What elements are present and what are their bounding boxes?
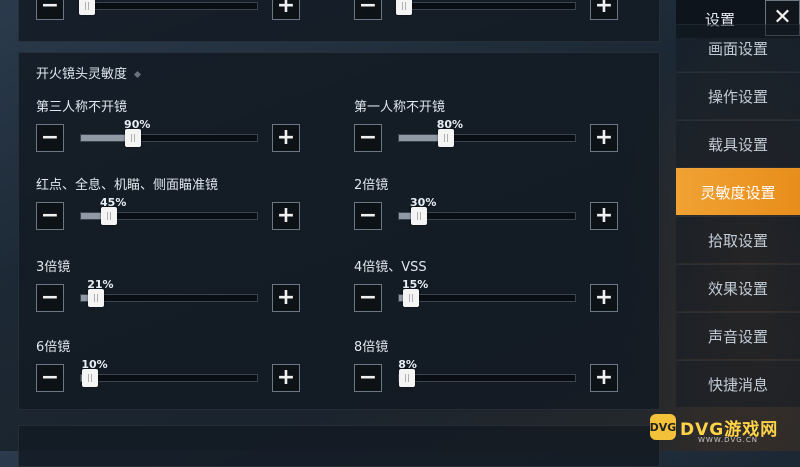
- slider-4-value: 21%: [87, 278, 114, 291]
- slider-4-label: 3倍镜: [36, 260, 71, 275]
- menu-item-1[interactable]: 操作设置: [676, 72, 800, 119]
- minus-icon: −: [358, 0, 378, 18]
- slider-top-0-increase-button[interactable]: +: [272, 0, 300, 20]
- minus-icon: −: [40, 0, 60, 18]
- slider-3-thumb[interactable]: [411, 207, 428, 225]
- slider-6-label: 6倍镜: [36, 340, 71, 355]
- slider-top-0-thumb[interactable]: [79, 0, 96, 15]
- slider-0-track[interactable]: [80, 129, 258, 147]
- slider-4-thumb[interactable]: [88, 289, 105, 307]
- slider-5-track[interactable]: [398, 289, 576, 307]
- menu-item-4[interactable]: 拾取设置: [676, 216, 800, 263]
- slider-7-value: 8%: [398, 358, 417, 371]
- slider-5-decrease-button[interactable]: −: [354, 284, 382, 312]
- slider-3-increase-button[interactable]: +: [590, 202, 618, 230]
- slider-1-decrease-button[interactable]: −: [354, 124, 382, 152]
- slider-2-label: 红点、全息、机瞄、侧面瞄准镜: [36, 178, 219, 193]
- slider-5-value: 15%: [402, 278, 429, 291]
- slider-2-decrease-button[interactable]: −: [36, 202, 64, 230]
- slider-2-increase-button[interactable]: +: [272, 202, 300, 230]
- menu-item-0[interactable]: 画面设置: [676, 24, 800, 71]
- slider-0-decrease-button[interactable]: −: [36, 124, 64, 152]
- minus-icon: −: [40, 125, 60, 150]
- slider-0-increase-button[interactable]: +: [272, 124, 300, 152]
- slider-3-value: 30%: [410, 196, 437, 209]
- slider-0-value: 90%: [124, 118, 151, 131]
- slider-2-thumb[interactable]: [101, 207, 118, 225]
- slider-6-track[interactable]: [80, 369, 258, 387]
- minus-icon: −: [358, 203, 378, 228]
- plus-icon: +: [276, 125, 296, 150]
- menu-item-5[interactable]: 效果设置: [676, 264, 800, 311]
- slider-7-thumb[interactable]: [399, 369, 416, 387]
- slider-top-0-decrease-button[interactable]: −: [36, 0, 64, 20]
- slider-7-label: 8倍镜: [354, 340, 389, 355]
- minus-icon: −: [358, 285, 378, 310]
- slider-1-thumb[interactable]: [437, 129, 454, 147]
- plus-icon: +: [594, 125, 614, 150]
- slider-7-increase-button[interactable]: +: [590, 364, 618, 392]
- menu-item-2[interactable]: 载具设置: [676, 120, 800, 167]
- slider-top-0-track[interactable]: [79, 0, 258, 15]
- plus-icon: +: [276, 365, 296, 390]
- slider-0-label: 第三人称不开镜: [36, 100, 128, 115]
- slider-5-increase-button[interactable]: +: [590, 284, 618, 312]
- slider-3-label: 2倍镜: [354, 178, 389, 193]
- minus-icon: −: [358, 125, 378, 150]
- slider-0-thumb[interactable]: [125, 129, 142, 147]
- slider-6-thumb[interactable]: [82, 369, 99, 387]
- slider-1-track[interactable]: [398, 129, 576, 147]
- slider-top-1-thumb[interactable]: [396, 0, 413, 15]
- watermark-url: WWW.DVG.CN: [698, 436, 759, 444]
- plus-icon: +: [594, 0, 614, 18]
- slider-5-label: 4倍镜、VSS: [354, 260, 427, 275]
- slider-1-label: 第一人称不开镜: [354, 100, 446, 115]
- slider-1-value: 80%: [436, 118, 464, 131]
- menu-item-7[interactable]: 快捷消息: [676, 360, 800, 407]
- slider-7-track[interactable]: [398, 369, 576, 387]
- slider-4-increase-button[interactable]: +: [272, 284, 300, 312]
- slider-1-increase-button[interactable]: +: [590, 124, 618, 152]
- menu-item-3[interactable]: 灵敏度设置: [676, 168, 800, 215]
- slider-7-decrease-button[interactable]: −: [354, 364, 382, 392]
- watermark-logo-icon: DVG: [650, 414, 676, 440]
- slider-4-decrease-button[interactable]: −: [36, 284, 64, 312]
- plus-icon: +: [276, 203, 296, 228]
- plus-icon: +: [594, 365, 614, 390]
- plus-icon: +: [276, 285, 296, 310]
- section-title-text: 开火镜头灵敏度: [36, 67, 128, 82]
- bottom-partial-panel: [18, 425, 660, 467]
- minus-icon: −: [40, 365, 60, 390]
- slider-6-decrease-button[interactable]: −: [36, 364, 64, 392]
- plus-icon: +: [594, 285, 614, 310]
- slider-3-decrease-button[interactable]: −: [354, 202, 382, 230]
- minus-icon: −: [40, 285, 60, 310]
- slider-6-value: 10%: [81, 358, 108, 371]
- menu-item-6[interactable]: 声音设置: [676, 312, 800, 359]
- slider-2-value: 45%: [100, 196, 127, 209]
- slider-4-track[interactable]: [80, 289, 258, 307]
- slider-2-track[interactable]: [80, 207, 258, 225]
- slider-0-fill: [81, 135, 129, 141]
- section-title: 开火镜头灵敏度: [36, 63, 142, 82]
- slider-1-fill: [399, 135, 442, 141]
- diamond-icon: [133, 70, 142, 79]
- minus-icon: −: [40, 203, 60, 228]
- plus-icon: +: [594, 203, 614, 228]
- slider-5-thumb[interactable]: [403, 289, 419, 307]
- slider-6-increase-button[interactable]: +: [272, 364, 300, 392]
- slider-3-track[interactable]: [398, 207, 576, 225]
- slider-top-1-track[interactable]: [396, 0, 576, 15]
- minus-icon: −: [358, 365, 378, 390]
- slider-top-1-increase-button[interactable]: +: [590, 0, 618, 20]
- slider-top-1-decrease-button[interactable]: −: [354, 0, 382, 20]
- plus-icon: +: [276, 0, 296, 18]
